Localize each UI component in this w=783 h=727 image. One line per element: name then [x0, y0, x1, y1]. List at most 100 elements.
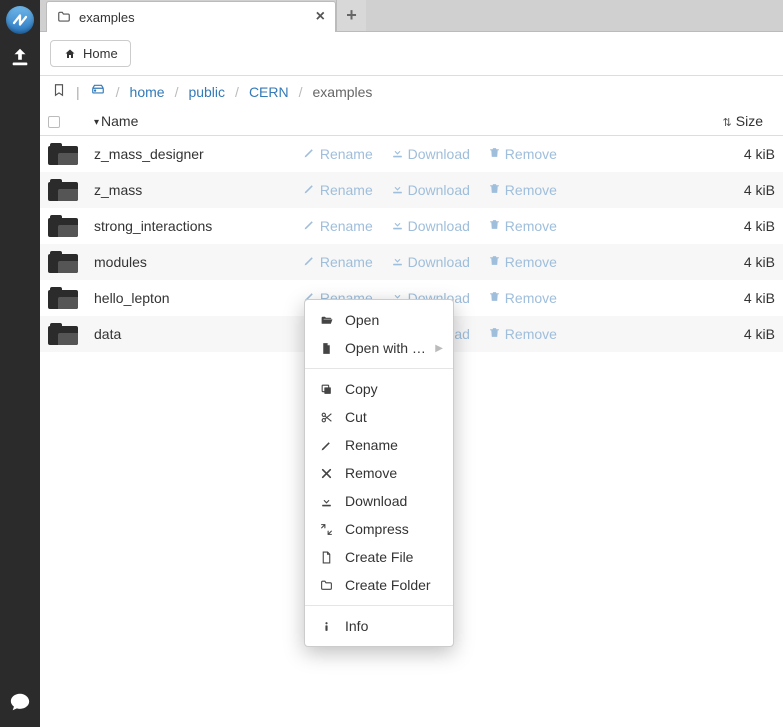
x-icon — [319, 467, 333, 480]
pencil-icon — [319, 439, 333, 452]
folder-open-icon — [319, 314, 333, 327]
breadcrumb-link[interactable]: public — [188, 84, 225, 100]
side-rail — [0, 0, 40, 727]
trash-icon — [488, 218, 501, 234]
table-row[interactable]: z_mass_designer Rename Download Remove 4… — [40, 136, 783, 172]
file-name[interactable]: z_mass — [86, 172, 281, 208]
separator: / — [116, 84, 120, 100]
folder-outline-icon — [57, 10, 71, 24]
home-button[interactable]: Home — [50, 40, 131, 67]
menu-item-label: Info — [345, 618, 368, 634]
menu-item-label: Rename — [345, 437, 398, 453]
pencil-icon — [303, 182, 316, 198]
separator: | — [76, 84, 80, 100]
file-name[interactable]: data — [86, 316, 281, 352]
menu-item-cut[interactable]: Cut — [305, 403, 453, 431]
toolbar: Home — [40, 32, 783, 76]
menu-divider — [305, 368, 453, 369]
folder-icon — [40, 208, 86, 244]
menu-divider — [305, 605, 453, 606]
new-file-icon — [319, 551, 333, 564]
remove-action[interactable]: Remove — [488, 254, 557, 270]
column-header-size[interactable]: ⇅Size — [693, 107, 783, 136]
info-icon — [319, 620, 333, 633]
menu-item-label: Copy — [345, 381, 378, 397]
menu-item-create-folder[interactable]: Create Folder — [305, 571, 453, 599]
menu-item-label: Open — [345, 312, 379, 328]
compress-icon — [319, 523, 333, 536]
menu-item-open[interactable]: Open — [305, 306, 453, 334]
menu-item-download[interactable]: Download — [305, 487, 453, 515]
file-name[interactable]: hello_lepton — [86, 280, 281, 316]
chevron-right-icon: ▶ — [435, 343, 443, 354]
drive-icon[interactable] — [90, 83, 106, 100]
file-name[interactable]: strong_interactions — [86, 208, 281, 244]
home-icon — [63, 48, 77, 60]
new-tab-button[interactable]: + — [336, 0, 366, 31]
download-icon — [391, 182, 404, 198]
breadcrumb-link[interactable]: home — [130, 84, 165, 100]
file-icon — [319, 342, 333, 355]
table-row[interactable]: strong_interactions Rename Download Remo… — [40, 208, 783, 244]
download-icon — [319, 495, 333, 508]
pencil-icon — [303, 146, 316, 162]
rename-action[interactable]: Rename — [303, 218, 373, 234]
upload-icon[interactable] — [9, 46, 31, 68]
menu-item-compress[interactable]: Compress — [305, 515, 453, 543]
menu-item-label: Cut — [345, 409, 367, 425]
file-name[interactable]: modules — [86, 244, 281, 280]
scissors-icon — [319, 411, 333, 424]
menu-item-label: Remove — [345, 465, 397, 481]
table-row[interactable]: modules Rename Download Remove 4 kiB — [40, 244, 783, 280]
folder-icon — [40, 244, 86, 280]
rename-action[interactable]: Rename — [303, 254, 373, 270]
download-icon — [391, 218, 404, 234]
row-actions: Rename Download Remove — [281, 172, 693, 208]
breadcrumb-link[interactable]: CERN — [249, 84, 289, 100]
menu-item-copy[interactable]: Copy — [305, 375, 453, 403]
close-icon[interactable]: × — [316, 9, 325, 25]
context-menu: Open Open with … ▶ Copy Cut Rename Remov… — [304, 299, 454, 647]
new-folder-icon — [319, 579, 333, 592]
remove-action[interactable]: Remove — [488, 290, 557, 306]
menu-item-label: Open with … — [345, 340, 426, 356]
pencil-icon — [303, 254, 316, 270]
file-list: ▾Name ⇅Size z_mass_designer Rename Downl… — [40, 107, 783, 727]
column-header-name[interactable]: ▾Name — [86, 107, 281, 136]
menu-item-label: Create Folder — [345, 577, 431, 593]
copy-icon — [319, 383, 333, 396]
download-action[interactable]: Download — [391, 254, 470, 270]
row-actions: Rename Download Remove — [281, 136, 693, 172]
remove-action[interactable]: Remove — [488, 146, 557, 162]
menu-item-remove[interactable]: Remove — [305, 459, 453, 487]
trash-icon — [488, 326, 501, 342]
rename-action[interactable]: Rename — [303, 146, 373, 162]
app-logo[interactable] — [6, 6, 34, 34]
remove-action[interactable]: Remove — [488, 326, 557, 342]
rename-action[interactable]: Rename — [303, 182, 373, 198]
table-row[interactable]: z_mass Rename Download Remove 4 kiB — [40, 172, 783, 208]
bookmark-icon[interactable] — [52, 82, 66, 101]
separator: / — [175, 84, 179, 100]
menu-item-info[interactable]: Info — [305, 612, 453, 640]
row-actions: Rename Download Remove — [281, 208, 693, 244]
file-size: 4 kiB — [693, 244, 783, 280]
select-all-header[interactable] — [40, 107, 86, 136]
chat-icon[interactable] — [9, 691, 31, 713]
trash-icon — [488, 182, 501, 198]
tab-examples[interactable]: examples × — [46, 1, 336, 32]
row-actions: Rename Download Remove — [281, 244, 693, 280]
download-action[interactable]: Download — [391, 182, 470, 198]
separator: / — [235, 84, 239, 100]
remove-action[interactable]: Remove — [488, 218, 557, 234]
menu-item-create-file[interactable]: Create File — [305, 543, 453, 571]
file-name[interactable]: z_mass_designer — [86, 136, 281, 172]
folder-icon — [40, 280, 86, 316]
menu-item-rename[interactable]: Rename — [305, 431, 453, 459]
download-action[interactable]: Download — [391, 146, 470, 162]
menu-item-open-with[interactable]: Open with … ▶ — [305, 334, 453, 362]
remove-action[interactable]: Remove — [488, 182, 557, 198]
tab-strip: examples × + — [40, 0, 783, 32]
download-action[interactable]: Download — [391, 218, 470, 234]
column-header-actions — [281, 107, 693, 136]
